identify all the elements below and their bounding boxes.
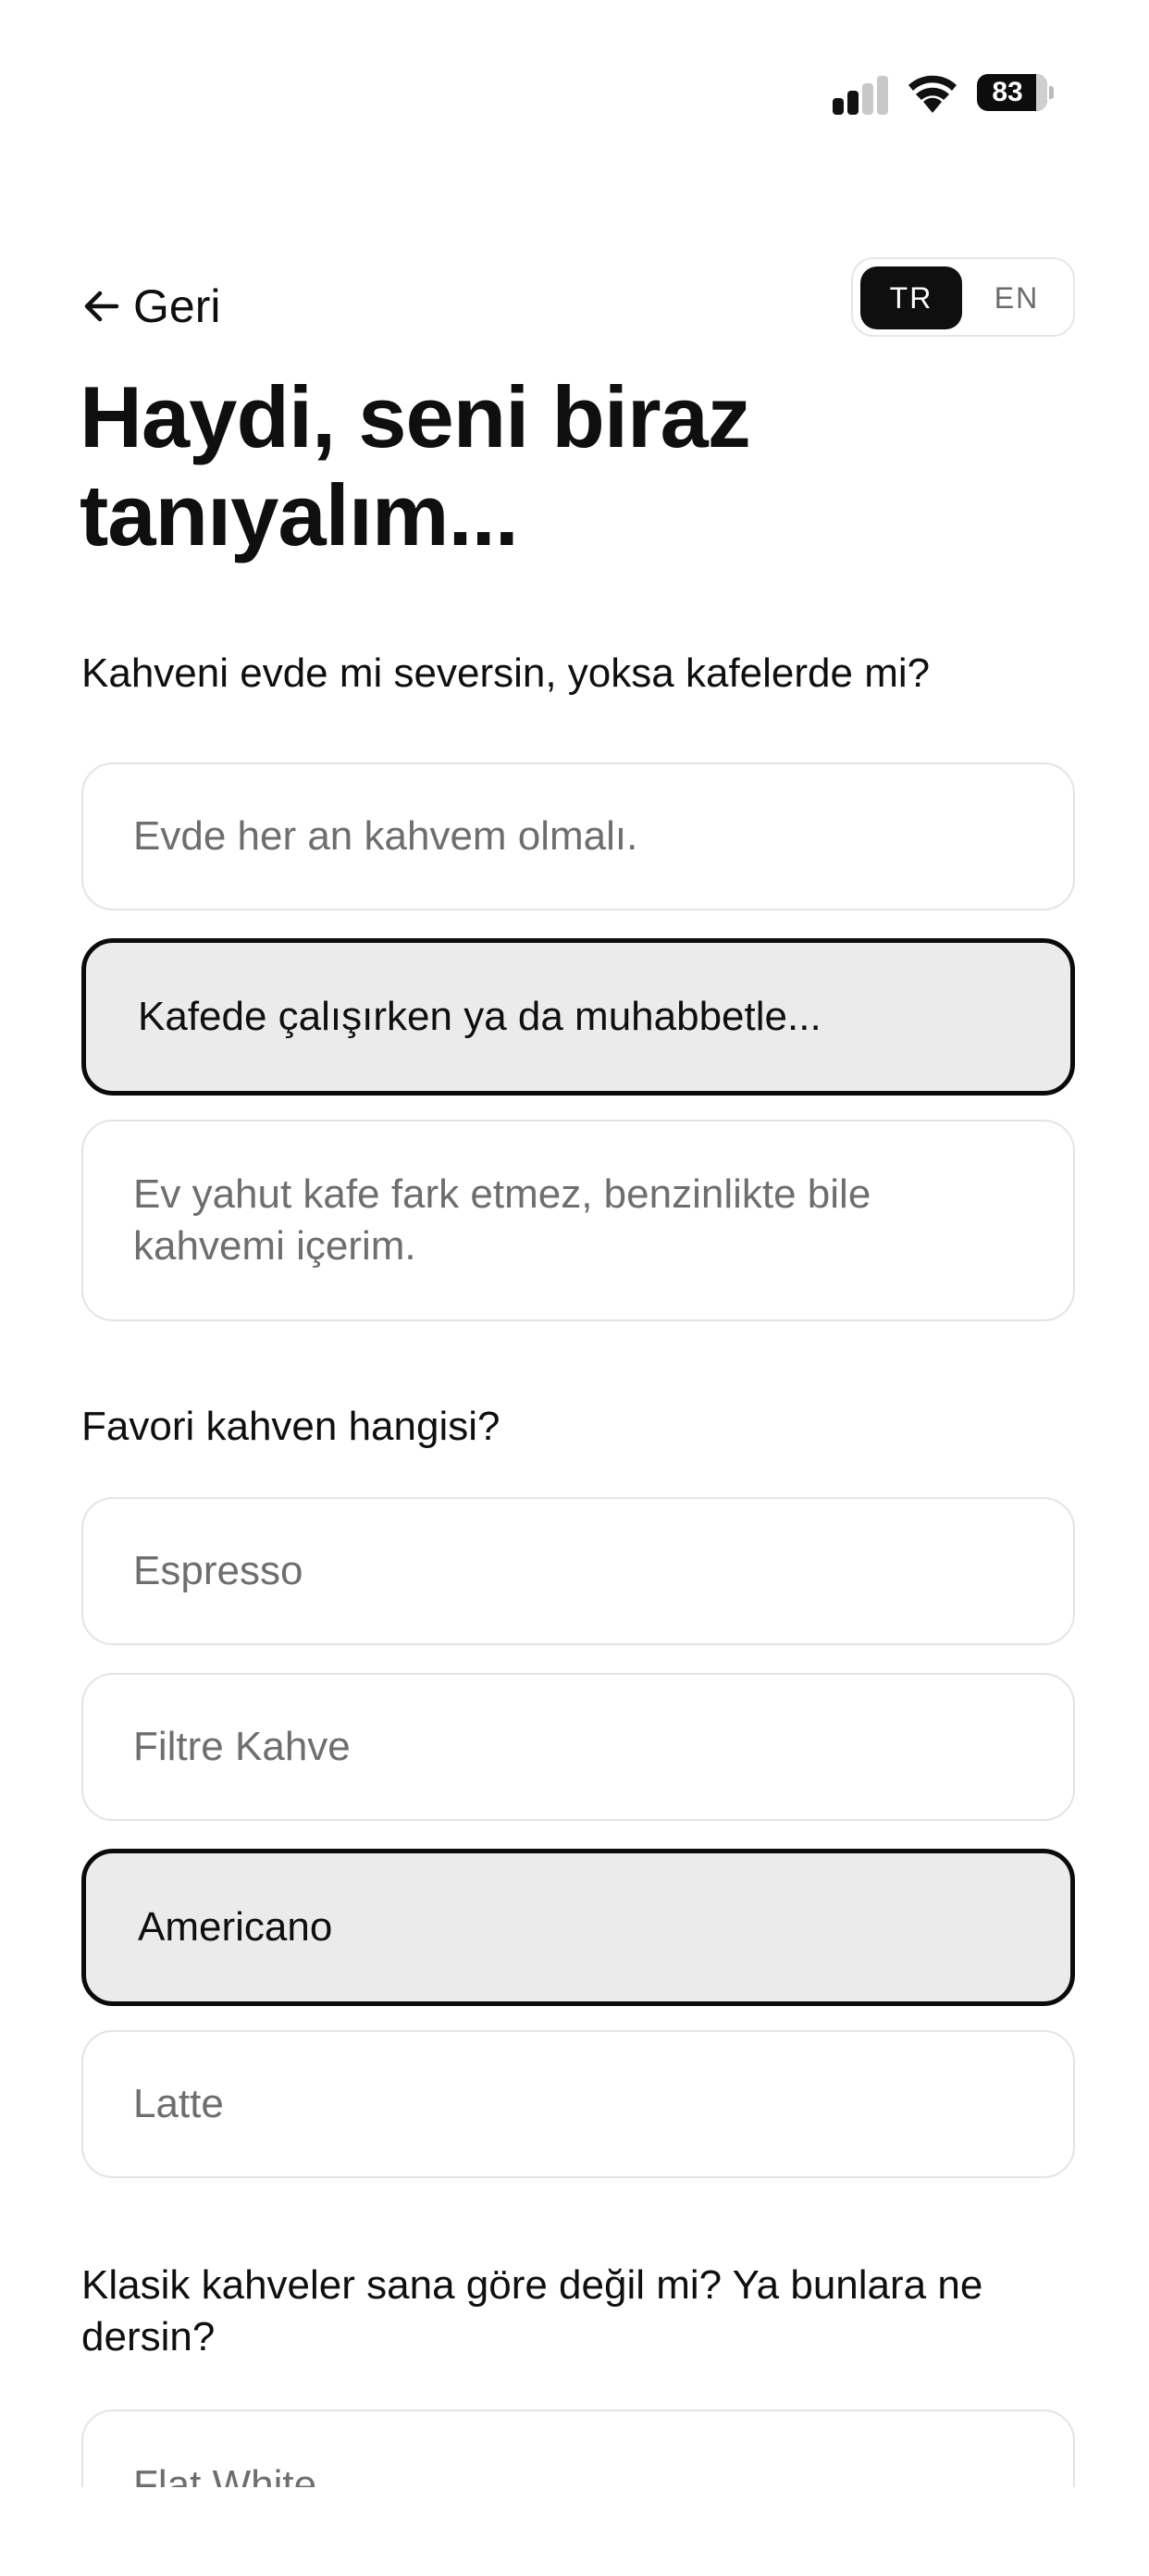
option-espresso[interactable]: Espresso <box>81 1497 1075 1645</box>
arrow-left-icon <box>84 291 119 322</box>
question-alternatives: Klasik kahveler sana göre değil mi? Ya b… <box>81 2262 983 2359</box>
language-toggle: TR EN <box>851 257 1075 337</box>
question-favorite: Favori kahven hangisi? <box>81 1404 500 1449</box>
option-label: Espresso <box>133 1548 303 1593</box>
option-home[interactable]: Evde her an kahvem olmalı. <box>81 762 1075 910</box>
back-button[interactable]: Geri <box>81 274 220 339</box>
language-option-en[interactable]: EN <box>966 266 1068 329</box>
option-label: Ev yahut kafe fark etmez, benzinlikte bi… <box>133 1171 871 1269</box>
status-bar: 83 <box>0 0 1149 185</box>
option-label: Latte <box>133 2081 224 2126</box>
option-anywhere[interactable]: Ev yahut kafe fark etmez, benzinlikte bi… <box>81 1120 1075 1321</box>
battery-level: 83 <box>992 77 1023 107</box>
option-latte[interactable]: Latte <box>81 2030 1075 2178</box>
page-title: Haydi, seni biraz tanıyalım... <box>80 368 751 564</box>
option-filtre-kahve[interactable]: Filtre Kahve <box>81 1673 1075 1821</box>
back-label: Geri <box>133 280 221 332</box>
option-label: Americano <box>138 1904 333 1950</box>
option-label: Filtre Kahve <box>133 1724 351 1769</box>
option-cafe[interactable]: Kafede çalışırken ya da muhabbetle... <box>81 938 1075 1096</box>
language-option-tr[interactable]: TR <box>860 266 962 329</box>
battery-icon: 83 <box>977 74 1055 111</box>
wifi-icon <box>908 75 957 113</box>
option-americano[interactable]: Americano <box>81 1849 1075 2006</box>
option-label: Kafede çalışırken ya da muhabbetle... <box>138 994 822 1039</box>
bottom-fade <box>0 2487 1149 2576</box>
option-label: Evde her an kahvem olmalı. <box>133 813 638 859</box>
question-location: Kahveni evde mi seversin, yoksa kafelerd… <box>81 650 931 696</box>
signal-icon <box>833 76 888 115</box>
